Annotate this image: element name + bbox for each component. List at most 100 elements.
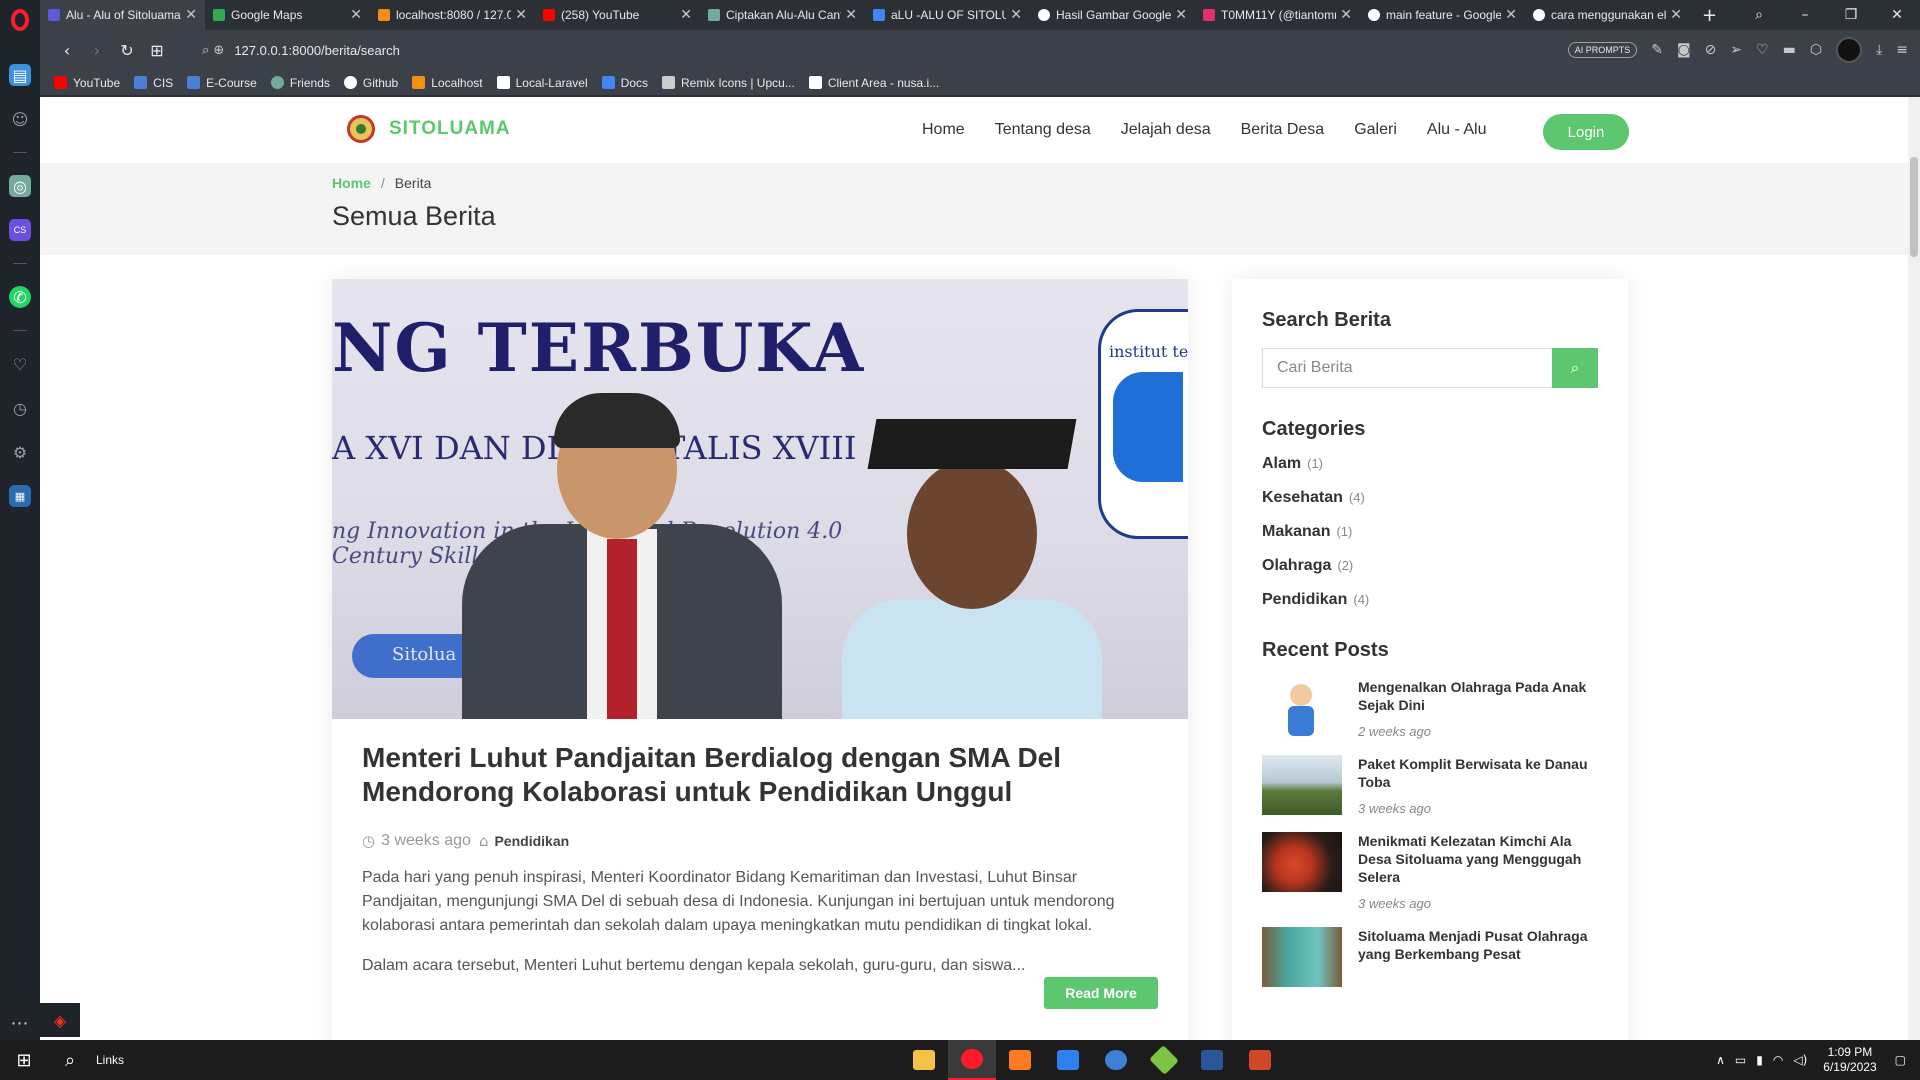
category-item[interactable]: Pendidikan (4) bbox=[1262, 583, 1598, 617]
chatgpt-icon[interactable]: ◎ bbox=[9, 175, 31, 197]
reload-icon[interactable]: ↻ bbox=[112, 41, 142, 60]
article-image[interactable]: NG TERBUKA A XVI DAN DIES NATALIS XVIII … bbox=[332, 279, 1188, 719]
profile-avatar[interactable] bbox=[1836, 37, 1863, 63]
recent-post-thumbnail[interactable] bbox=[1262, 832, 1342, 892]
article-title[interactable]: Menteri Luhut Pandjaitan Berdialog denga… bbox=[362, 741, 1158, 808]
extension-icon[interactable]: ▦ bbox=[9, 485, 31, 507]
tab-close-icon[interactable]: ✕ bbox=[680, 7, 692, 23]
cube-icon[interactable]: ⬡ bbox=[1810, 42, 1822, 58]
opera-browser-icon[interactable] bbox=[948, 1040, 996, 1080]
tab-7[interactable]: T0MM11Y (@tiantomm) ✕ bbox=[1195, 0, 1360, 30]
recent-post[interactable]: Paket Komplit Berwisata ke Danau Toba 3 w… bbox=[1262, 755, 1598, 816]
scrollbar-thumb[interactable] bbox=[1910, 157, 1918, 257]
tab-9[interactable]: cara menggunakan eloquent✕ bbox=[1525, 0, 1690, 30]
bookmark-friends[interactable]: Friends bbox=[270, 76, 330, 90]
tab-4[interactable]: Ciptakan Alu-Alu Cantik ✕ bbox=[700, 0, 865, 30]
vscode-icon[interactable] bbox=[1044, 1040, 1092, 1080]
block-icon[interactable]: ⊘ bbox=[1705, 42, 1717, 58]
bookmark-client-area[interactable]: Client Area - nusa.i... bbox=[808, 76, 939, 90]
breadcrumb-home[interactable]: Home bbox=[332, 175, 371, 191]
volume-icon[interactable]: ◁) bbox=[1793, 1053, 1807, 1067]
tab-overview-icon[interactable]: ⊞ bbox=[142, 41, 172, 60]
battery-icon[interactable]: ▮ bbox=[1756, 1053, 1763, 1067]
search-input[interactable] bbox=[1262, 348, 1552, 388]
edit-icon[interactable]: ✎ bbox=[1651, 42, 1663, 58]
emoji-icon[interactable]: ☺ bbox=[9, 108, 31, 130]
tab-close-icon[interactable]: ✕ bbox=[1670, 7, 1682, 23]
bookmark-youtube[interactable]: YouTube bbox=[54, 76, 120, 90]
search-icon[interactable]: ⌕ bbox=[48, 1050, 92, 1071]
menu-icon[interactable]: ≡ bbox=[1896, 42, 1908, 58]
site-info-icon[interactable]: ⌕ ⊕ bbox=[202, 43, 224, 58]
word-icon[interactable] bbox=[1188, 1040, 1236, 1080]
tab-5[interactable]: aLU -ALU OF SITOLUAMA✕ bbox=[865, 0, 1030, 30]
chatsonic-icon[interactable]: CS bbox=[9, 219, 31, 241]
bookmark-remix-icons[interactable]: Remix Icons | Upcu... bbox=[662, 76, 795, 90]
git-icon[interactable] bbox=[1140, 1040, 1188, 1080]
powerpoint-icon[interactable] bbox=[1236, 1040, 1284, 1080]
bookmark-cis[interactable]: CIS bbox=[134, 76, 173, 90]
nav-galeri[interactable]: Galeri bbox=[1354, 121, 1397, 139]
bookmark-local-laravel[interactable]: Local-Laravel bbox=[496, 76, 588, 90]
read-more-button[interactable]: Read More bbox=[1044, 977, 1158, 1009]
tab-close-icon[interactable]: ✕ bbox=[1340, 7, 1352, 23]
send-icon[interactable]: ➢ bbox=[1730, 42, 1742, 58]
recent-post-title[interactable]: Mengenalkan Olahraga Pada Anak Sejak Din… bbox=[1358, 678, 1598, 714]
wallet-icon[interactable]: ▬ bbox=[1783, 42, 1796, 58]
article-category[interactable]: Pendidikan bbox=[494, 833, 569, 849]
recent-post[interactable]: Mengenalkan Olahraga Pada Anak Sejak Din… bbox=[1262, 678, 1598, 739]
tab-0[interactable]: Alu - Alu of Sitoluama ✕ bbox=[40, 0, 205, 30]
bookmark-ecourse[interactable]: E-Course bbox=[187, 76, 257, 90]
nav-home[interactable]: Home bbox=[922, 121, 965, 139]
search-button[interactable]: ⌕ bbox=[1552, 348, 1598, 388]
tab-close-icon[interactable]: ✕ bbox=[1175, 7, 1187, 23]
nav-alu-alu[interactable]: Alu - Alu bbox=[1427, 121, 1487, 139]
back-icon[interactable]: ‹ bbox=[52, 41, 82, 60]
nav-berita-desa[interactable]: Berita Desa bbox=[1241, 121, 1325, 139]
recent-post-title[interactable]: Menikmati Kelezatan Kimchi Ala Desa Sito… bbox=[1358, 832, 1598, 886]
tab-close-icon[interactable]: ✕ bbox=[1505, 7, 1517, 23]
tab-close-icon[interactable]: ✕ bbox=[1010, 7, 1022, 23]
url-field[interactable]: ⌕ ⊕ 127.0.0.1:8000/berita/search bbox=[202, 43, 400, 58]
category-item[interactable]: Olahraga (2) bbox=[1262, 549, 1598, 583]
xampp-icon[interactable] bbox=[996, 1040, 1044, 1080]
heart-icon[interactable]: ♡ bbox=[9, 353, 31, 375]
more-icon[interactable]: ⋯ bbox=[11, 1013, 30, 1034]
recent-post[interactable]: Sitoluama Menjadi Pusat Olahraga yang Be… bbox=[1262, 927, 1598, 987]
tab-3[interactable]: (258) YouTube ✕ bbox=[535, 0, 700, 30]
settings-gear-icon[interactable]: ⚙ bbox=[9, 441, 31, 463]
tab-close-icon[interactable]: ✕ bbox=[845, 7, 857, 23]
close-window-icon[interactable]: ✕ bbox=[1874, 7, 1920, 23]
bookmark-localhost[interactable]: Localhost bbox=[412, 76, 483, 90]
taskbar-clock[interactable]: 1:09 PM 6/19/2023 bbox=[1823, 1045, 1876, 1075]
camera-icon[interactable]: ◙ bbox=[1677, 42, 1691, 58]
recent-post-title[interactable]: Paket Komplit Berwisata ke Danau Toba bbox=[1358, 755, 1598, 791]
restore-icon[interactable]: ❐ bbox=[1828, 7, 1874, 23]
opera-logo[interactable] bbox=[0, 0, 40, 40]
nav-jelajah-desa[interactable]: Jelajah desa bbox=[1121, 121, 1211, 139]
forward-icon[interactable]: › bbox=[82, 41, 112, 60]
recent-post-title[interactable]: Sitoluama Menjadi Pusat Olahraga yang Be… bbox=[1358, 927, 1598, 963]
recent-post-thumbnail[interactable] bbox=[1262, 755, 1342, 815]
ai-prompts-button[interactable]: AI PROMPTS bbox=[1567, 42, 1638, 58]
taskbar-links[interactable]: Links bbox=[96, 1053, 124, 1067]
whatsapp-icon[interactable]: ✆ bbox=[9, 286, 31, 308]
minimize-icon[interactable]: – bbox=[1782, 7, 1828, 23]
bookmark-github[interactable]: Github bbox=[343, 76, 398, 90]
login-button[interactable]: Login bbox=[1543, 114, 1629, 150]
file-explorer-icon[interactable] bbox=[900, 1040, 948, 1080]
hex-app-icon[interactable] bbox=[1092, 1040, 1140, 1080]
chevron-up-icon[interactable]: ∧ bbox=[1716, 1053, 1725, 1067]
tab-close-icon[interactable]: ✕ bbox=[350, 7, 362, 23]
category-item[interactable]: Makanan (1) bbox=[1262, 515, 1598, 549]
bookmark-docs[interactable]: Docs bbox=[601, 76, 648, 90]
notifications-icon[interactable]: ▢ bbox=[1895, 1053, 1906, 1067]
history-icon[interactable]: ◷ bbox=[9, 397, 31, 419]
recent-post[interactable]: Menikmati Kelezatan Kimchi Ala Desa Sito… bbox=[1262, 832, 1598, 911]
heart-icon[interactable]: ♡ bbox=[1756, 42, 1769, 58]
windows-start-icon[interactable]: ⊞ bbox=[0, 1050, 48, 1071]
nav-tentang-desa[interactable]: Tentang desa bbox=[995, 121, 1091, 139]
brand[interactable]: SITOLUAMA bbox=[347, 115, 511, 143]
tab-close-icon[interactable]: ✕ bbox=[185, 7, 197, 23]
network-device-icon[interactable]: ▭ bbox=[1735, 1053, 1746, 1067]
